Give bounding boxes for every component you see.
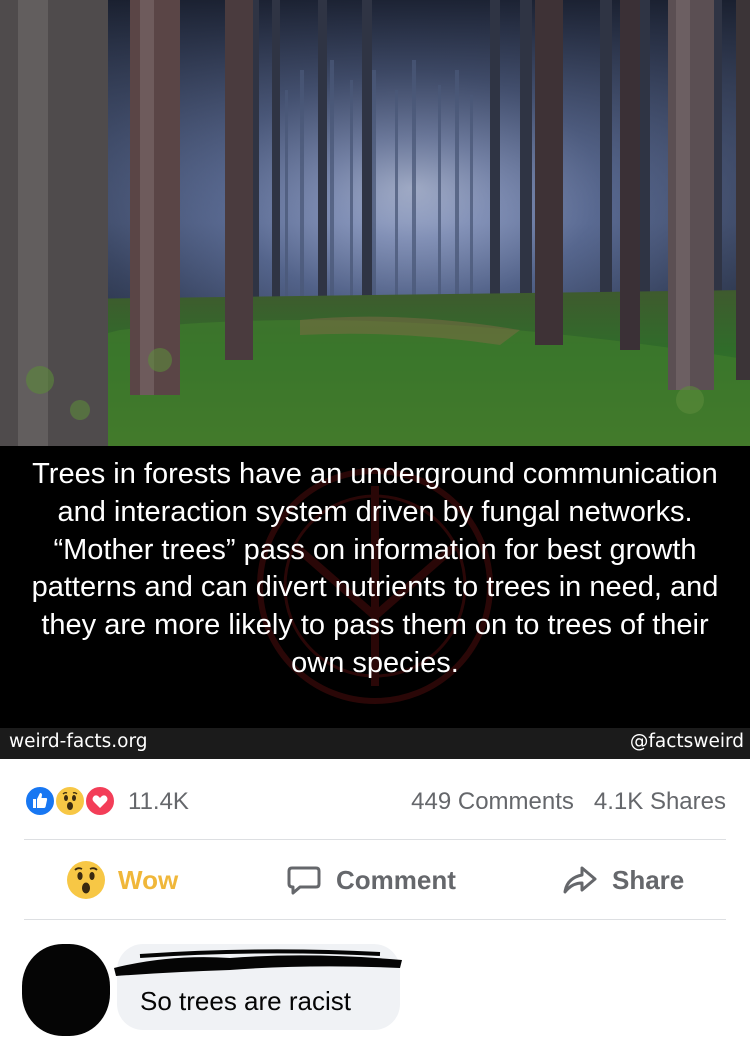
wow-icon [54,785,86,817]
love-icon [84,785,116,817]
reaction-icons[interactable] [24,784,124,818]
comment-button[interactable]: Comment [284,860,456,900]
wow-icon [66,860,106,900]
comment-icon [284,860,324,900]
share-label: Share [612,864,685,895]
divider [24,919,726,920]
source-handle: @factsweird [629,731,744,752]
redacted-commenter-name [114,949,402,976]
post-stats: 449 Comments 4.1K Shares [411,788,726,816]
source-site: weird-facts.org [9,731,148,752]
shares-count[interactable]: 4.1K Shares [594,788,726,815]
comment-text: So trees are racist [140,986,351,1016]
forest-illustration [0,0,750,446]
caption-text: Trees in forests have an underground com… [31,458,719,679]
commenter-avatar-redacted[interactable] [22,944,110,1036]
post-image-forest[interactable] [0,0,750,446]
reactions-summary: 11.4K 449 Comments 4.1K Shares [24,784,726,818]
share-button[interactable]: Share [560,860,684,900]
comments-count[interactable]: 449 Comments [411,788,574,815]
share-arrow-icon [560,860,600,900]
post-action-bar: Wow Comment Share [24,840,726,920]
wow-label: Wow [118,864,179,895]
reaction-count[interactable]: 11.4K [128,788,189,816]
like-icon [24,785,56,817]
wow-reaction-button[interactable]: Wow [66,860,178,900]
comment-label: Comment [336,864,456,895]
image-caption-panel: Trees in forests have an underground com… [0,446,750,728]
image-credits-bar: weird-facts.org @factsweird [0,728,750,759]
